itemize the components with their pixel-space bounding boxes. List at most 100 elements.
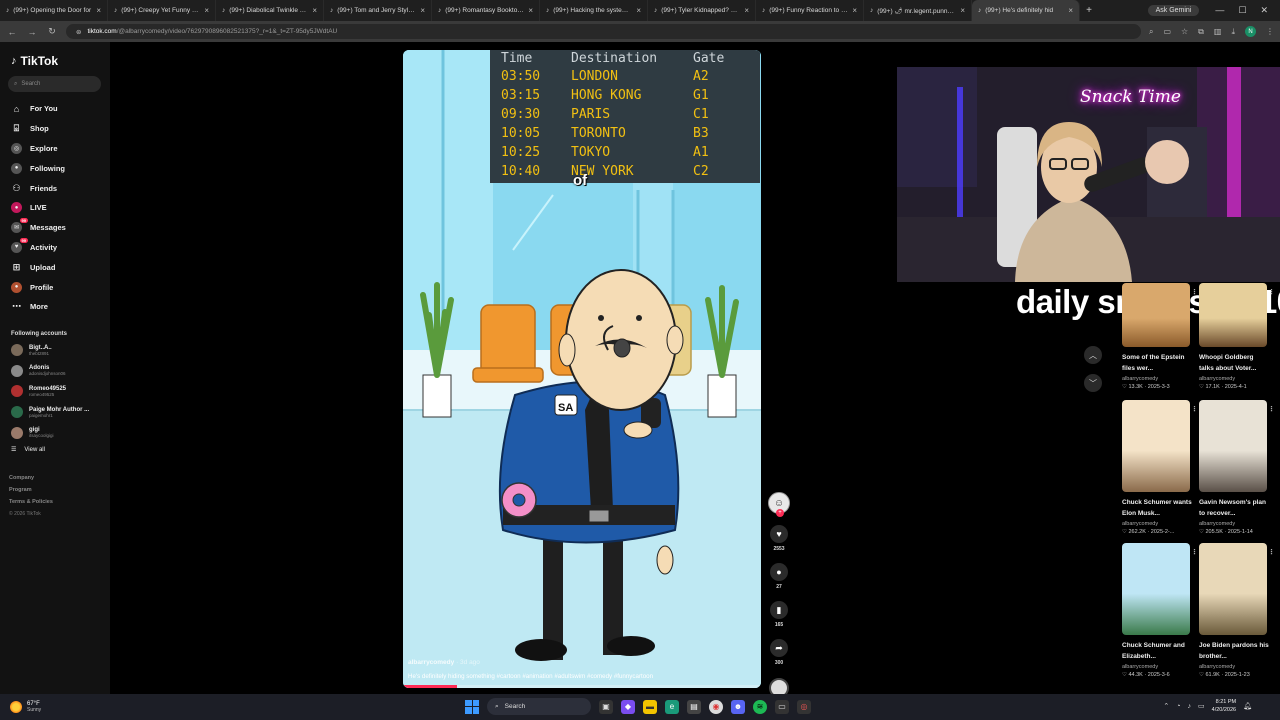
browser-tab[interactable]: ♪ (99+) Tyler Kidnapped? Cra ×	[648, 0, 756, 21]
nav-item-following[interactable]: ● Following	[8, 158, 102, 178]
forward-icon[interactable]: →	[26, 27, 38, 37]
recommended-author[interactable]: albarrycomedy	[1199, 376, 1269, 382]
recommended-author[interactable]: albarrycomedy	[1122, 376, 1192, 382]
volume-icon[interactable]: ♪	[1188, 703, 1192, 710]
reload-icon[interactable]: ↻	[46, 26, 58, 37]
video-thumbnail[interactable]	[1199, 400, 1267, 492]
nav-item-for-you[interactable]: ⌂ For You	[8, 99, 102, 119]
video-player[interactable]: Time Destination Gate 03:50 LONDON A2 03:15 HON…	[403, 50, 761, 688]
recommended-video-card[interactable]: Whoopi Goldberg talks about Voter... ⋮ alb…	[1199, 283, 1275, 390]
comment-button[interactable]: ●	[770, 563, 788, 581]
new-tab-button[interactable]: +	[1080, 5, 1098, 16]
view-all-link[interactable]: ☰ View all	[8, 446, 102, 454]
close-tab-icon[interactable]: ×	[204, 6, 209, 15]
terminal-icon[interactable]: ▭	[775, 699, 789, 714]
site-info-icon[interactable]: ⊜	[76, 28, 81, 36]
video-thumbnail[interactable]	[1122, 400, 1190, 492]
nav-item-more[interactable]: ⋯ More	[8, 297, 102, 317]
bookmark-star-icon[interactable]: ☆	[1181, 27, 1188, 36]
close-tab-icon[interactable]: ×	[852, 6, 857, 15]
recommended-title[interactable]: Chuck Schumer and Elizabeth... ⋮	[1122, 549, 1198, 662]
copilot-icon[interactable]: ◆	[621, 699, 635, 714]
menu-icon[interactable]: ⋮	[1266, 27, 1274, 36]
spotify-icon[interactable]: ≋	[753, 699, 767, 714]
task-view-icon[interactable]: ▣	[599, 699, 613, 714]
close-window-icon[interactable]: ✕	[1260, 5, 1268, 16]
like-button[interactable]: ♥	[770, 525, 788, 543]
file-explorer-icon[interactable]: ▬	[643, 699, 657, 714]
tiktok-logo[interactable]: ♪ TikTok	[11, 54, 102, 68]
recommended-author[interactable]: albarrycomedy	[1122, 521, 1192, 527]
video-thumbnail[interactable]	[1122, 283, 1190, 347]
nav-item-upload[interactable]: ⊞ Upload	[8, 257, 102, 277]
chrome-icon[interactable]: ◉	[709, 699, 723, 714]
maximize-icon[interactable]: ☐	[1238, 5, 1246, 16]
browser-tab[interactable]: ♪ (99+) Romantasy Booktok R ×	[432, 0, 540, 21]
close-tab-icon[interactable]: ×	[528, 6, 533, 15]
edge-icon[interactable]: e	[665, 699, 679, 714]
windows-start-icon[interactable]	[465, 699, 479, 714]
recommended-title[interactable]: Joe Biden pardons his brother... ⋮	[1199, 549, 1275, 662]
close-tab-icon[interactable]: ×	[1068, 6, 1073, 15]
clock[interactable]: 8:21 PM 4/20/2026	[1212, 698, 1236, 714]
sidepanel-icon[interactable]: ▥	[1214, 27, 1222, 36]
minimize-icon[interactable]: —	[1215, 5, 1224, 16]
browser-tab[interactable]: ♪ (99+) Opening the Door for ×	[0, 0, 108, 21]
recommended-author[interactable]: albarrycomedy	[1122, 664, 1192, 670]
video-thumbnail[interactable]	[1199, 283, 1267, 347]
discord-icon[interactable]: ☻	[731, 699, 745, 714]
video-progress-bar[interactable]	[403, 685, 761, 688]
creator-avatar[interactable]: ☺ +	[768, 492, 790, 517]
previous-video-button[interactable]: ︿	[1084, 346, 1102, 364]
follow-plus-icon[interactable]: +	[776, 509, 784, 517]
cast-icon[interactable]: ▭	[1163, 27, 1171, 36]
video-thumbnail[interactable]	[1199, 543, 1267, 635]
battery-icon[interactable]: ▭	[1198, 702, 1205, 710]
close-tab-icon[interactable]: ×	[420, 6, 425, 15]
store-icon[interactable]: ▤	[687, 699, 701, 714]
footer-link[interactable]: Company	[9, 475, 102, 487]
notifications-icon[interactable]: 🔔︎	[1243, 702, 1252, 710]
close-tab-icon[interactable]: ×	[312, 6, 317, 15]
nav-item-friends[interactable]: ⚇ Friends	[8, 178, 102, 198]
browser-tab[interactable]: ♪ (99+) Funny Reaction to a S ×	[756, 0, 864, 21]
browser-tab[interactable]: ♪ (99+) Hacking the system!!! ×	[540, 0, 648, 21]
recommended-title[interactable]: Chuck Schumer wants Elon Musk... ⋮	[1122, 406, 1198, 519]
recommended-video-card[interactable]: Chuck Schumer wants Elon Musk... ⋮ albarry…	[1122, 400, 1198, 535]
following-account[interactable]: Bigt..A.. thebt2891	[8, 340, 102, 361]
browser-tab[interactable]: ♪ (99+) Tom and Jerry Style D ×	[324, 0, 432, 21]
save-button[interactable]: ▮	[770, 601, 788, 619]
footer-link[interactable]: Terms & Policies	[9, 499, 102, 511]
author-name[interactable]: albarrycomedy	[408, 659, 454, 666]
recommended-title[interactable]: Whoopi Goldberg talks about Voter... ⋮	[1199, 289, 1275, 374]
recommended-author[interactable]: albarrycomedy	[1199, 521, 1269, 527]
close-tab-icon[interactable]: ×	[744, 6, 749, 15]
recommended-video-card[interactable]: Joe Biden pardons his brother... ⋮ albarry…	[1199, 543, 1275, 678]
zoom-icon[interactable]: ⌕	[1149, 27, 1153, 37]
download-icon[interactable]: ⤓	[1231, 27, 1235, 37]
following-account[interactable]: Paige Mohr Author ... paigemohr1	[8, 402, 102, 423]
url-field[interactable]: ⊜ tiktok.com/@albarrycomedy/video/762979…	[66, 24, 1141, 39]
extensions-icon[interactable]: ⧉	[1198, 27, 1204, 37]
recommended-video-card[interactable]: Some of the Epstein files wer... ⋮ albarry…	[1122, 283, 1198, 390]
nav-item-explore[interactable]: ◎ Explore	[8, 139, 102, 159]
weather-widget[interactable]: 67°F Sunny	[0, 701, 41, 713]
footer-link[interactable]: Program	[9, 487, 102, 499]
video-thumbnail[interactable]	[1122, 543, 1190, 635]
taskbar-search[interactable]: ⌕ Search	[487, 698, 591, 715]
search-input[interactable]: ⌕ Search	[8, 76, 101, 92]
close-tab-icon[interactable]: ×	[636, 6, 641, 15]
obs-icon[interactable]: ◎	[797, 699, 811, 714]
close-tab-icon[interactable]: ×	[960, 6, 965, 15]
recommended-video-card[interactable]: Chuck Schumer and Elizabeth... ⋮ albarryco…	[1122, 543, 1198, 678]
nav-item-profile[interactable]: ● Profile	[8, 277, 102, 297]
browser-tab[interactable]: ♪ (99+) Diabolical Twinkle Toe ×	[216, 0, 324, 21]
recommended-author[interactable]: albarrycomedy	[1199, 664, 1269, 670]
browser-tab[interactable]: ♪ (99+) 🌶 mr.legent.punny 🔥 ×	[864, 0, 972, 21]
following-account[interactable]: gigi itsaycoolgigi	[8, 423, 102, 444]
profile-avatar[interactable]: N	[1245, 26, 1256, 37]
browser-tab[interactable]: ♪ (99+) He's definitely hid ×	[972, 0, 1080, 21]
recommended-title[interactable]: Gavin Newsom's plan to recover... ⋮	[1199, 406, 1275, 519]
wifi-icon[interactable]: ◔	[1176, 703, 1180, 710]
nav-item-messages[interactable]: ✉ 99 Messages	[8, 218, 102, 238]
